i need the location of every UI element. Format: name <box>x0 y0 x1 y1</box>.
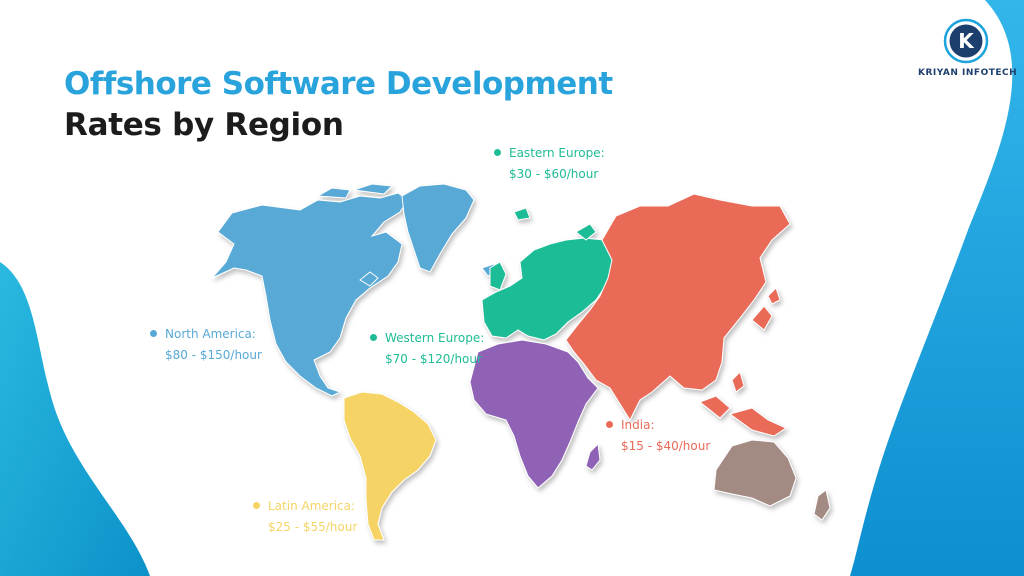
label-india: India: $15 - $40/hour <box>606 415 710 457</box>
north-america-dot <box>150 330 157 337</box>
eastern-europe-rate: $30 - $60/hour <box>509 167 599 181</box>
greenland <box>401 183 475 273</box>
western-europe-rate: $70 - $120/hour <box>385 352 482 366</box>
latin-america-name: Latin America: <box>268 499 356 513</box>
region-latin-america <box>343 391 437 541</box>
north-america-name: North America: <box>165 327 256 341</box>
western-europe-dot <box>370 334 377 341</box>
latin-america-rate: $25 - $55/hour <box>268 520 358 534</box>
india-name: India: <box>621 418 655 432</box>
label-western-europe: Western Europe: $70 - $120/hour <box>370 328 484 370</box>
india-rate: $15 - $40/hour <box>621 439 711 453</box>
japan <box>751 305 773 331</box>
latin-america-dot <box>253 502 260 509</box>
region-asia <box>565 193 791 422</box>
region-africa <box>469 339 599 489</box>
world-map <box>211 183 831 541</box>
new-zealand <box>813 489 831 521</box>
western-europe-name: Western Europe: <box>385 331 485 345</box>
label-eastern-europe: Eastern Europe: $30 - $60/hour <box>494 143 605 185</box>
label-latin-america: Latin America: $25 - $55/hour <box>253 496 357 538</box>
uk <box>489 261 507 291</box>
label-north-america: North America: $80 - $150/hour <box>150 324 262 366</box>
eastern-europe-dot <box>494 149 501 156</box>
north-america-rate: $80 - $150/hour <box>165 348 262 362</box>
eastern-europe-name: Eastern Europe: <box>509 146 605 160</box>
india-dot <box>606 421 613 428</box>
madagascar <box>585 442 601 471</box>
region-australia <box>713 439 797 507</box>
